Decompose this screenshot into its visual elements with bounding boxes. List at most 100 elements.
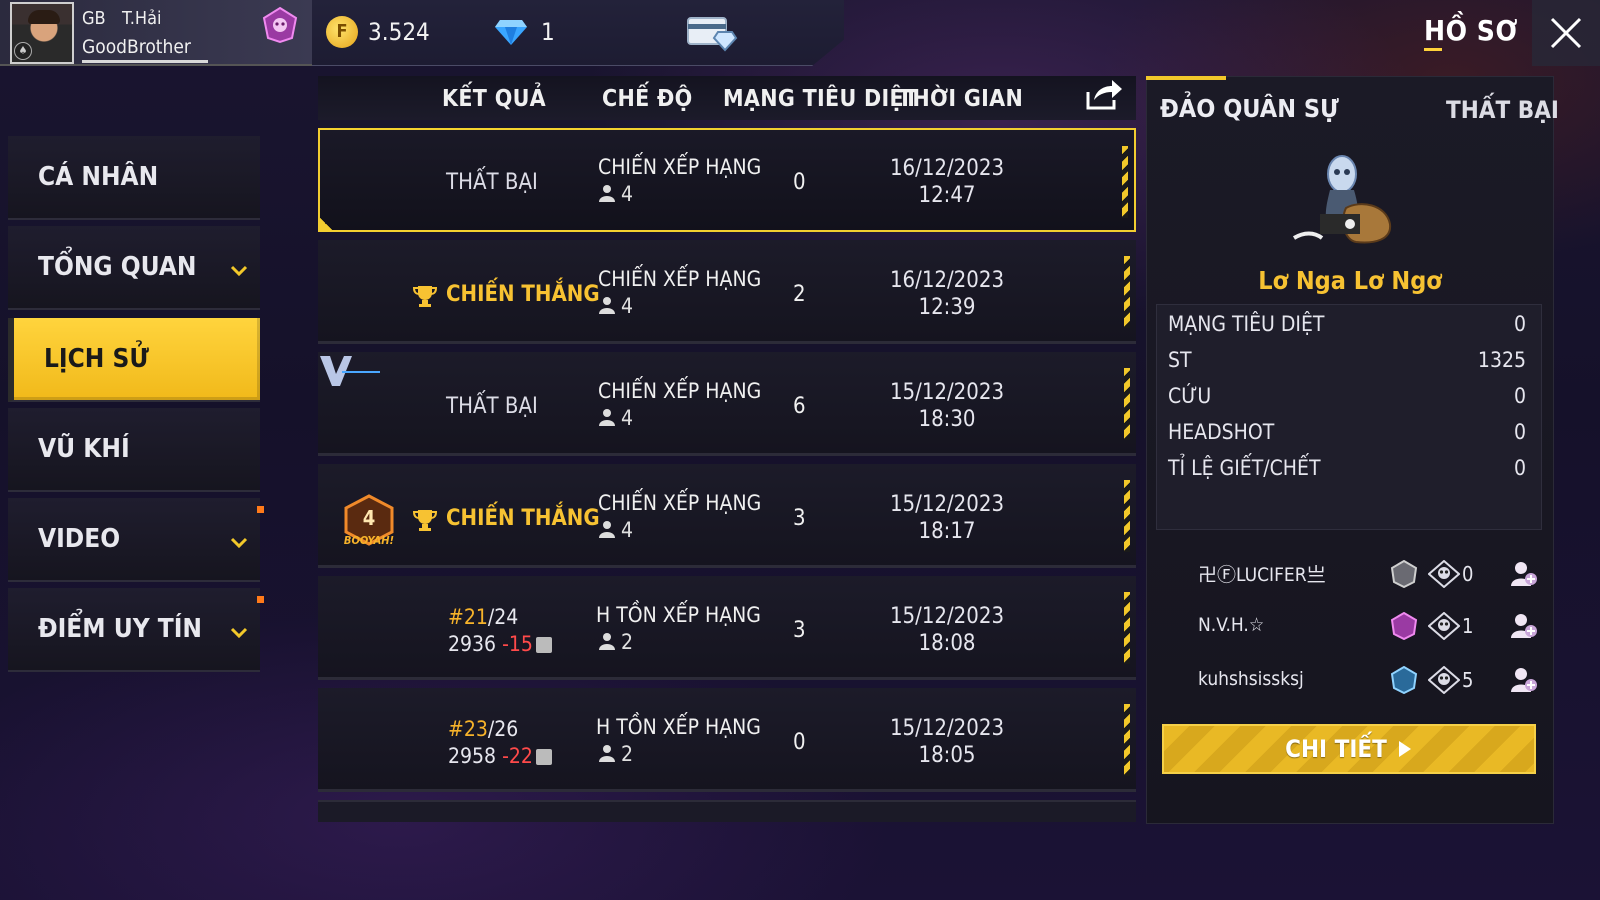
tab-profile[interactable]: HỒ SƠ: [1424, 14, 1518, 47]
placement: #23/26: [448, 717, 518, 741]
sidebar-item-video[interactable]: VIDEO: [8, 498, 260, 582]
avatar-badge-icon: ♠: [14, 42, 32, 60]
match-row[interactable]: [318, 128, 1136, 232]
detail-button[interactable]: CHI TIẾT: [1162, 724, 1536, 774]
match-row[interactable]: [318, 464, 1136, 568]
match-result: THẤT BẠI: [446, 394, 538, 419]
row-stripe: [1124, 480, 1130, 552]
stat-label-kd: TỈ LỆ GIẾT/CHẾT: [1168, 456, 1321, 480]
diamond-icon: [494, 18, 528, 46]
teammate-name[interactable]: 卍ⒻLUCIFER亗: [1198, 560, 1326, 587]
sidebar-item-personal[interactable]: CÁ NHÂN: [8, 136, 260, 220]
chevron-down-icon: [230, 265, 248, 277]
placement-rank: #23: [448, 717, 488, 741]
match-row[interactable]: [318, 240, 1136, 344]
rank-emblem-icon[interactable]: [258, 6, 302, 46]
detail-button-label: CHI TIẾT: [1285, 735, 1387, 763]
sidebar-item-overview[interactable]: TỔNG QUAN: [8, 226, 260, 310]
stat-value-damage: 1325: [1477, 348, 1526, 372]
match-kills: 0: [793, 170, 806, 195]
match-date: 15/12/2023: [889, 604, 1005, 629]
stat-value-kd: 0: [1513, 456, 1526, 480]
teammate-rank-emblem-icon: [1390, 560, 1418, 588]
rank-points-value: 2936: [448, 632, 497, 656]
match-mode: CHIẾN XẾP HẠNG: [598, 491, 762, 515]
stat-value-kills: 0: [1513, 312, 1526, 336]
placement-total: /26: [487, 717, 519, 741]
sidebar-item-history[interactable]: LỊCH SỬ: [8, 318, 260, 402]
match-kills: 3: [793, 506, 806, 531]
sidebar-item-label: ĐIỂM UY TÍN: [38, 614, 202, 644]
party-size: 4: [621, 406, 634, 430]
match-time: 12:39: [918, 295, 976, 320]
details-doc-icon: [535, 637, 552, 653]
party-size: 4: [621, 518, 634, 542]
match-date: 16/12/2023: [889, 156, 1005, 181]
sidebar-item-label: LỊCH SỬ: [44, 344, 149, 374]
row-stripe: [1124, 256, 1130, 328]
skull-kills-icon: [1428, 560, 1460, 588]
person-icon: [599, 521, 615, 538]
match-result: CHIẾN THẮNG: [446, 506, 600, 531]
match-kills: 2: [793, 282, 806, 307]
match-date: 15/12/2023: [889, 380, 1005, 405]
exp-bar: [82, 60, 208, 63]
party-size: 2: [621, 630, 634, 654]
chevron-down-icon: [230, 627, 248, 639]
match-kills: 0: [793, 730, 806, 755]
placement: #21/24: [448, 605, 518, 629]
video-notification-dot: [257, 506, 264, 513]
player-avatar[interactable]: ♠: [10, 2, 74, 64]
match-time: 18:05: [918, 743, 976, 768]
stat-label-headshot: HEADSHOT: [1168, 420, 1275, 444]
row-stripe: [1122, 146, 1128, 218]
booyah-badge: 4 BOOYAH!: [334, 494, 404, 552]
match-result: CHIẾN THẮNG: [446, 282, 600, 307]
person-icon: [599, 409, 615, 426]
trophy-icon: [412, 286, 438, 307]
column-header-time: THỜI GIAN: [898, 86, 1024, 112]
teammate-name[interactable]: kuhshsissksj: [1198, 668, 1304, 690]
person-icon: [599, 745, 615, 762]
gold-amount: 3.524: [368, 18, 430, 46]
teammate-kills: 0: [1462, 562, 1474, 586]
match-row[interactable]: [318, 352, 1136, 456]
match-kills: 3: [793, 618, 806, 643]
add-friend-icon[interactable]: [1510, 560, 1538, 588]
rank-points: 2936 -15: [448, 632, 552, 656]
booyah-label: BOOYAH!: [343, 534, 395, 547]
skull-kills-icon: [1428, 666, 1460, 694]
match-row-partial[interactable]: [318, 800, 1136, 822]
column-header-mode: CHẾ ĐỘ: [602, 86, 693, 112]
teammate-name[interactable]: N.V.H.☆: [1198, 614, 1264, 636]
stat-label-kills: MẠNG TIÊU DIỆT: [1168, 312, 1325, 336]
match-time: 18:30: [918, 407, 976, 432]
match-row[interactable]: [318, 576, 1136, 680]
match-row[interactable]: [318, 688, 1136, 792]
stat-value-revives: 0: [1513, 384, 1526, 408]
match-mode: CHIẾN XẾP HẠNG: [598, 155, 762, 179]
details-doc-icon: [535, 749, 552, 765]
rank-points-delta: -22: [502, 744, 533, 768]
panel-accent-bar: [1146, 76, 1226, 80]
reputation-notification-dot: [257, 596, 264, 603]
tab-profile-underline: [1424, 48, 1442, 51]
row-stripe: [1124, 592, 1130, 664]
match-mode: H TỒN XẾP HẠNG: [596, 715, 761, 739]
sidebar-item-reputation[interactable]: ĐIỂM UY TÍN: [8, 588, 260, 672]
detail-result: THẤT BẠI: [1446, 96, 1559, 124]
mvp-wing-icon: [320, 356, 380, 386]
close-button[interactable]: [1532, 0, 1600, 66]
teammate-rank-emblem-icon: [1390, 612, 1418, 640]
teammate-rank-emblem-icon: [1390, 666, 1418, 694]
stats-box: [1156, 304, 1542, 530]
party-size: 4: [621, 182, 634, 206]
party-size: 4: [621, 294, 634, 318]
topup-shop-icon[interactable]: [686, 12, 738, 52]
teammate-kills: 5: [1462, 668, 1474, 692]
share-icon[interactable]: [1084, 78, 1124, 112]
add-friend-icon[interactable]: [1510, 666, 1538, 694]
sidebar-item-weapons[interactable]: VŨ KHÍ: [8, 408, 260, 492]
add-friend-icon[interactable]: [1510, 612, 1538, 640]
match-time: 18:08: [918, 631, 976, 656]
